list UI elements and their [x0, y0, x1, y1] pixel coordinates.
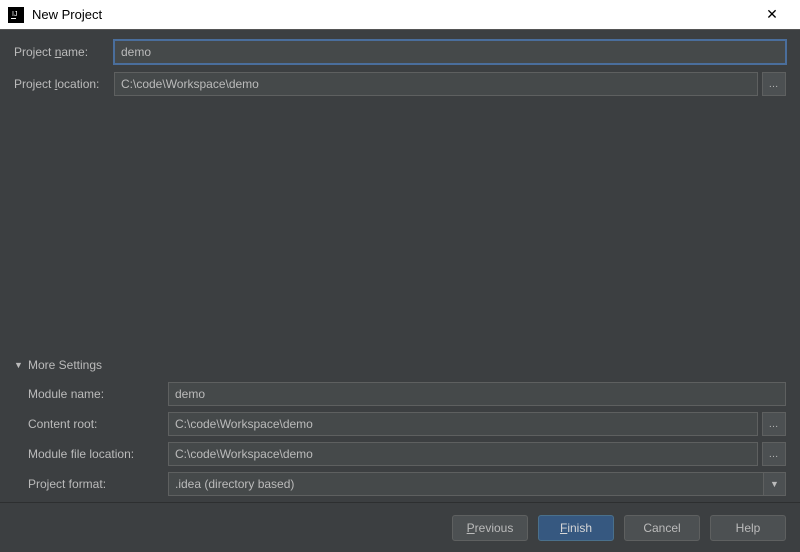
window-title: New Project [32, 7, 752, 22]
content-root-row: Content root: … [28, 412, 786, 436]
app-icon: IJ [8, 7, 24, 23]
chevron-down-icon: ▼ [14, 360, 26, 370]
content-root-input[interactable] [168, 412, 758, 436]
content-root-label: Content root: [28, 417, 168, 431]
project-format-label: Project format: [28, 477, 168, 491]
help-button[interactable]: Help [710, 515, 786, 541]
dropdown-arrow-icon: ▼ [764, 472, 786, 496]
project-name-input[interactable] [114, 40, 786, 64]
titlebar: IJ New Project ✕ [0, 0, 800, 30]
project-format-select[interactable]: .idea (directory based) ▼ [168, 472, 786, 496]
more-settings-body: Module name: Content root: … Module file… [14, 382, 786, 502]
svg-text:IJ: IJ [12, 11, 17, 18]
project-location-input[interactable] [114, 72, 758, 96]
button-bar: Previous Finish Cancel Help [0, 502, 800, 552]
more-settings-label: More Settings [28, 358, 102, 372]
dialog-content: Project name: Project location: … ▼ More… [0, 30, 800, 502]
close-icon[interactable]: ✕ [752, 6, 792, 23]
module-file-location-row: Module file location: … [28, 442, 786, 466]
project-format-value: .idea (directory based) [168, 472, 764, 496]
more-settings-toggle[interactable]: ▼ More Settings [14, 358, 786, 372]
previous-button[interactable]: Previous [452, 515, 528, 541]
module-file-location-input[interactable] [168, 442, 758, 466]
cancel-button[interactable]: Cancel [624, 515, 700, 541]
project-location-row: Project location: … [14, 72, 786, 96]
module-name-row: Module name: [28, 382, 786, 406]
browse-module-file-button[interactable]: … [762, 442, 786, 466]
project-name-label: Project name: [14, 45, 114, 59]
module-name-input[interactable] [168, 382, 786, 406]
browse-location-button[interactable]: … [762, 72, 786, 96]
project-format-row: Project format: .idea (directory based) … [28, 472, 786, 496]
module-name-label: Module name: [28, 387, 168, 401]
module-file-location-label: Module file location: [28, 447, 168, 461]
spacer [14, 104, 786, 358]
finish-button[interactable]: Finish [538, 515, 614, 541]
project-location-label: Project location: [14, 77, 114, 91]
browse-content-root-button[interactable]: … [762, 412, 786, 436]
project-name-row: Project name: [14, 40, 786, 64]
